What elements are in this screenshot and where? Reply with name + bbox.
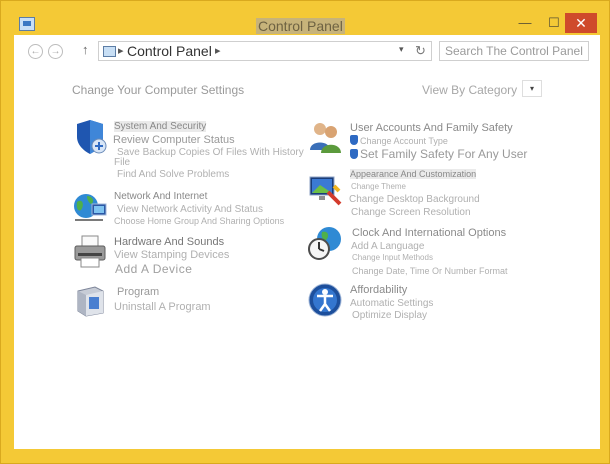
accessibility-icon[interactable] [308, 283, 342, 317]
search-placeholder: Search The Control Panel [445, 44, 583, 58]
category-title-system[interactable]: System And Security [114, 121, 207, 132]
link-change-theme[interactable]: Change Theme [351, 182, 406, 191]
link-family-safety[interactable]: Set Family Safety For Any User [350, 147, 527, 161]
link-review-computer-status[interactable]: Review Computer Status [113, 134, 235, 146]
link-optimize-display[interactable]: Optimize Display [352, 310, 427, 321]
view-by-dropdown-icon[interactable]: ▾ [522, 80, 542, 97]
link-add-device[interactable]: Add A Device [115, 262, 192, 276]
link-file[interactable]: File [114, 157, 130, 168]
category-title-accessibility[interactable]: Affordability [350, 284, 407, 296]
view-by-label[interactable]: View By Category [422, 83, 517, 97]
window: Control Panel — ☐ ✕ ← → ↑ ▸ Control Pane… [0, 0, 610, 464]
link-find-solve-problems[interactable]: Find And Solve Problems [117, 169, 229, 180]
address-text[interactable]: Control Panel [127, 43, 212, 59]
link-uninstall-program[interactable]: Uninstall A Program [114, 301, 211, 313]
link-change-account-type[interactable]: Change Account Type [350, 135, 448, 146]
clock-globe-icon[interactable] [308, 226, 342, 260]
close-button[interactable]: ✕ [565, 13, 597, 33]
address-dropdown-icon[interactable]: ▾ [399, 44, 404, 55]
link-view-devices[interactable]: View Stamping Devices [114, 249, 229, 261]
control-panel-icon [103, 46, 116, 57]
window-title: Control Panel [256, 18, 345, 34]
uac-shield-icon [350, 149, 358, 159]
printer-icon[interactable] [73, 235, 107, 269]
breadcrumb-chevron-icon[interactable]: ▸ [215, 44, 221, 57]
control-panel-app-icon [19, 17, 35, 31]
category-title-hardware[interactable]: Hardware And Sounds [114, 236, 224, 248]
refresh-icon[interactable]: ↻ [415, 43, 426, 59]
programs-box-icon[interactable] [73, 283, 107, 317]
link-automatic-settings[interactable]: Automatic Settings [350, 298, 433, 309]
link-family-safety-label: Set Family Safety For Any User [360, 147, 528, 161]
address-bar[interactable]: ▸ Control Panel ▸ ▾ ↻ [98, 41, 432, 61]
shield-icon[interactable] [73, 120, 107, 154]
link-change-date-time-format[interactable]: Change Date, Time Or Number Format [352, 266, 508, 276]
content-pane: ← → ↑ ▸ Control Panel ▸ ▾ ↻ Search The C… [14, 35, 600, 449]
display-icon[interactable] [308, 172, 342, 206]
link-add-language[interactable]: Add A Language [351, 241, 424, 252]
uac-shield-icon [350, 135, 358, 145]
navigation-bar: ← → ↑ ▸ Control Panel ▸ ▾ ↻ Search The C… [14, 35, 600, 67]
link-save-backup[interactable]: Save Backup Copies Of Files With History [117, 147, 304, 158]
link-view-network-status[interactable]: View Network Activity And Status [117, 204, 263, 215]
category-title-appearance[interactable]: Appearance And Customization [350, 169, 477, 179]
page-heading: Change Your Computer Settings [72, 83, 245, 97]
users-icon[interactable] [308, 120, 342, 154]
category-title-users[interactable]: User Accounts And Family Safety [350, 122, 513, 134]
link-change-desktop-background[interactable]: Change Desktop Background [349, 194, 480, 205]
minimize-button[interactable]: — [513, 13, 537, 33]
link-change-input-methods[interactable]: Change Input Methods [352, 253, 433, 262]
category-title-network[interactable]: Network And Internet [114, 191, 207, 202]
link-change-screen-resolution[interactable]: Change Screen Resolution [351, 207, 471, 218]
title-bar[interactable]: Control Panel — ☐ ✕ [1, 1, 610, 35]
link-change-account-type-label: Change Account Type [360, 136, 448, 146]
link-homegroup-sharing[interactable]: Choose Home Group And Sharing Options [114, 216, 284, 226]
category-title-clock[interactable]: Clock And International Options [352, 227, 506, 239]
breadcrumb-separator-icon[interactable]: ▸ [118, 44, 124, 57]
up-arrow-icon[interactable]: ↑ [82, 42, 89, 57]
maximize-button[interactable]: ☐ [542, 13, 566, 33]
network-globe-icon[interactable] [73, 190, 107, 224]
category-title-programs[interactable]: Program [117, 286, 159, 298]
forward-button[interactable]: → [48, 44, 63, 59]
back-button[interactable]: ← [28, 44, 43, 59]
search-box[interactable]: Search The Control Panel [439, 41, 589, 61]
